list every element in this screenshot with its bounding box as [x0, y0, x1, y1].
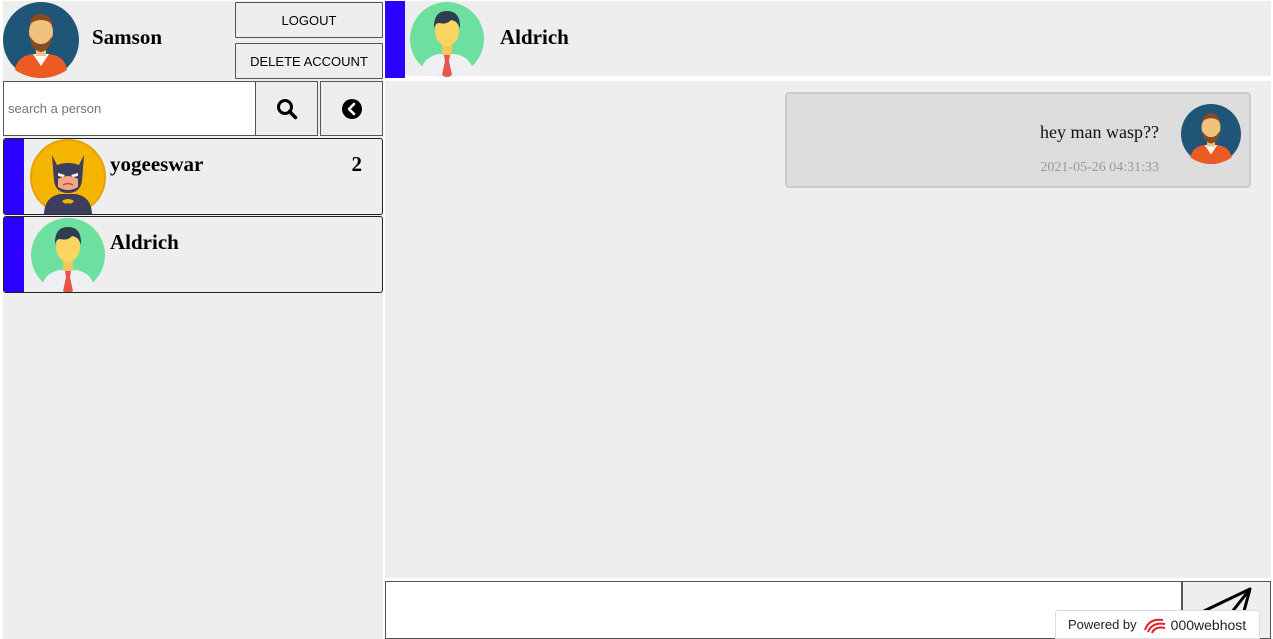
contact-item-yogeeswar[interactable]: yogeeswar 2	[3, 138, 383, 215]
chevron-circle-left-icon	[341, 98, 362, 119]
man-green-avatar	[409, 1, 485, 78]
message-text: hey man wasp??	[1040, 122, 1159, 142]
chat-accent-bar	[385, 1, 405, 78]
sidebar: Samson LOGOUT DELETE ACCOUNT search a pe…	[3, 1, 383, 639]
unread-count-badge: 2	[351, 152, 363, 176]
message-timestamp: 2021-05-26 04:31:33	[1040, 160, 1159, 175]
batman-avatar	[30, 139, 106, 214]
powered-by-label: Powered by	[1068, 617, 1137, 632]
webhost-logo-icon	[1143, 618, 1165, 633]
hosting-brand-name: 000webhost	[1170, 616, 1247, 633]
search-button[interactable]	[255, 81, 318, 136]
contact-accent-bar	[4, 217, 24, 292]
contact-name: yogeeswar	[110, 152, 204, 176]
bearded-man-avatar	[1181, 104, 1241, 164]
user-avatar	[3, 2, 79, 78]
search-input[interactable]	[3, 81, 256, 136]
man-green-avatar	[30, 217, 106, 292]
chat-header: Aldrich	[385, 1, 1271, 78]
hosting-brand: 000webhost	[1143, 616, 1247, 634]
logout-button[interactable]: LOGOUT	[235, 2, 383, 38]
message-list[interactable]: hey man wasp?? 2021-05-26 04:31:33	[385, 81, 1271, 578]
powered-by-badge[interactable]: Powered by 000webhost	[1055, 610, 1260, 639]
search-icon	[276, 98, 297, 119]
user-name: Samson	[92, 25, 163, 49]
contact-name: Aldrich	[110, 230, 179, 254]
delete-account-button[interactable]: DELETE ACCOUNT	[235, 43, 383, 79]
chat-partner-name: Aldrich	[500, 25, 569, 49]
contact-accent-bar	[4, 139, 24, 214]
contact-item-aldrich[interactable]: Aldrich	[3, 216, 383, 293]
message-bubble: hey man wasp?? 2021-05-26 04:31:33	[785, 92, 1251, 188]
chat-app: Samson LOGOUT DELETE ACCOUNT search a pe…	[0, 0, 1273, 639]
back-button[interactable]	[320, 81, 383, 136]
